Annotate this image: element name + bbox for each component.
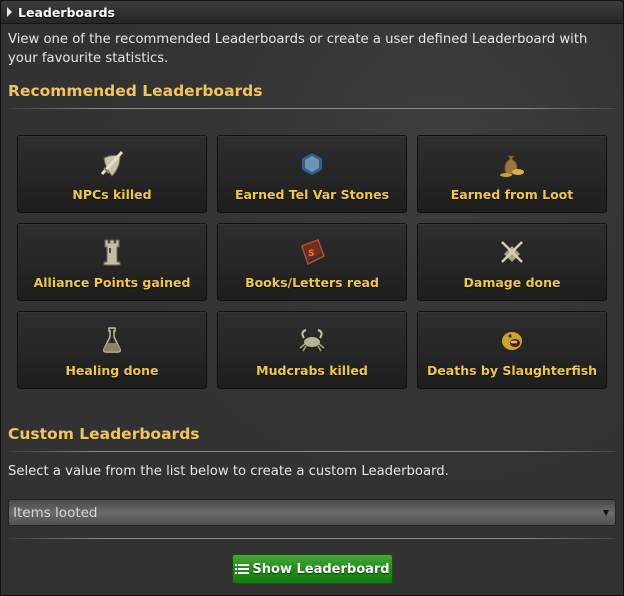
select-value: Items looted	[13, 505, 98, 521]
tile-label: Earned Tel Var Stones	[234, 187, 390, 202]
collapse-triangle-icon[interactable]	[7, 7, 12, 17]
tile-label: Deaths by Slaughterfish	[426, 363, 598, 378]
leaderboards-panel: Leaderboards View one of the recommended…	[0, 0, 624, 596]
tile-label: Damage done	[463, 275, 561, 290]
book-icon: S	[301, 239, 325, 266]
tile-deaths-by-slaughterfish[interactable]: Deaths by Slaughterfish	[417, 311, 607, 389]
custom-heading: Custom Leaderboards	[8, 425, 200, 443]
tile-label: Mudcrabs killed	[256, 363, 368, 378]
intro-text: View one of the recommended Leaderboards…	[8, 32, 588, 66]
tile-label: Earned from Loot	[450, 187, 574, 202]
button-label: Show Leaderboard	[252, 561, 390, 577]
list-icon	[235, 564, 250, 574]
tile-alliance-points[interactable]: Alliance Points gained	[17, 223, 207, 301]
tile-npcs-killed[interactable]: NPCs killed	[17, 135, 207, 213]
svg-text:S: S	[308, 249, 314, 259]
tile-earned-from-loot[interactable]: Earned from Loot	[417, 135, 607, 213]
statistic-select[interactable]: Items looted	[8, 499, 616, 526]
tel-var-stone-icon	[300, 150, 324, 178]
dropdown-arrow-icon	[603, 510, 609, 516]
slaughterfish-icon	[502, 332, 522, 350]
tile-mudcrabs-killed[interactable]: Mudcrabs killed	[217, 311, 407, 389]
panel-title: Leaderboards	[18, 4, 115, 20]
panel-header[interactable]: Leaderboards	[1, 1, 623, 24]
recommended-heading: Recommended Leaderboards	[8, 82, 263, 100]
divider	[9, 538, 615, 539]
shield-sword-icon	[100, 150, 124, 177]
show-leaderboard-button[interactable]: Show Leaderboard	[232, 554, 393, 584]
tile-label: Alliance Points gained	[33, 275, 191, 290]
divider	[9, 451, 615, 452]
tile-label: Healing done	[65, 363, 159, 378]
divider	[9, 108, 615, 109]
tile-healing-done[interactable]: Healing done	[17, 311, 207, 389]
tile-label: NPCs killed	[72, 187, 152, 202]
custom-description: Select a value from the list below to cr…	[8, 464, 449, 479]
tile-books-letters-read[interactable]: S Books/Letters read	[217, 223, 407, 301]
gold-bag-icon	[500, 155, 524, 177]
recommended-grid: NPCs killed Earned Tel Var Stones Earned…	[17, 135, 607, 389]
tower-icon	[103, 239, 121, 266]
mudcrab-icon	[299, 329, 325, 352]
tile-tel-var-stones[interactable]: Earned Tel Var Stones	[217, 135, 407, 213]
tile-damage-done[interactable]: Damage done	[417, 223, 607, 301]
crossed-swords-icon	[501, 241, 523, 263]
tile-label: Books/Letters read	[245, 275, 379, 290]
potion-flask-icon	[103, 327, 121, 353]
